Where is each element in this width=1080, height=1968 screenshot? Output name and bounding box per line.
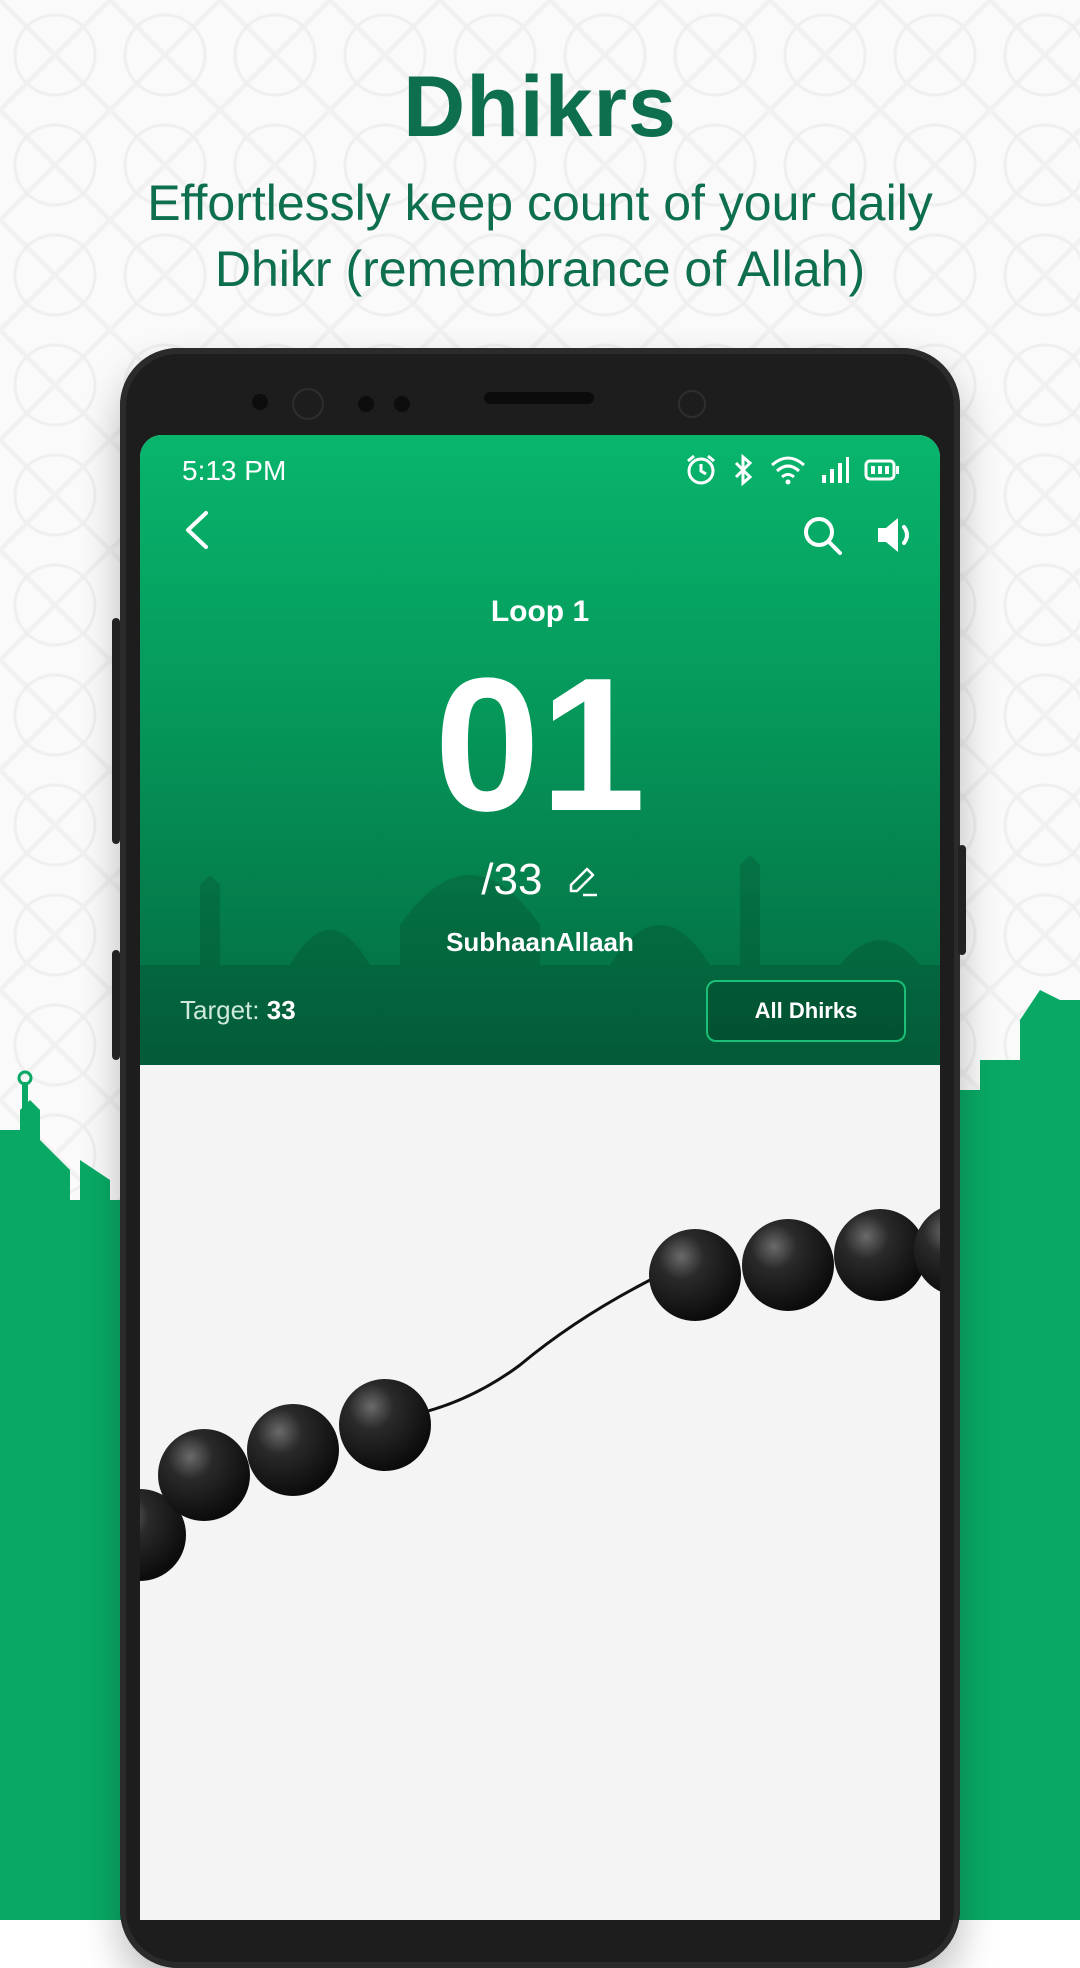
- subtitle-line-2: Dhikr (remembrance of Allah): [214, 241, 866, 297]
- counter-panel: 5:13 PM Loop 1 01 /33 SubhaanAllaah Targ…: [140, 435, 940, 1065]
- subtitle-line-1: Effortlessly keep count of your daily: [147, 175, 933, 231]
- phone-side-button: [112, 950, 120, 1060]
- proximity-sensor: [678, 390, 706, 418]
- speaker-icon[interactable]: [874, 513, 918, 557]
- front-camera: [292, 388, 324, 420]
- search-icon[interactable]: [800, 513, 844, 557]
- bead[interactable]: [742, 1219, 834, 1311]
- target-value: 33: [266, 995, 296, 1025]
- page-title: Dhikrs: [403, 59, 677, 155]
- bluetooth-icon: [734, 453, 753, 487]
- phone-side-button: [958, 845, 966, 955]
- target-label: Target: 33: [180, 995, 296, 1026]
- app-screen: 5:13 PM Loop 1 01 /33 SubhaanAllaah Targ…: [140, 435, 940, 1920]
- phone-side-button: [112, 618, 120, 844]
- bead-string: [384, 1273, 661, 1422]
- dhikr-name: SubhaanAllaah: [446, 927, 634, 957]
- page-subtitle: Effortlessly keep count of your daily Dh…: [60, 170, 1020, 302]
- sensor-dot: [252, 394, 268, 410]
- battery-icon: [864, 459, 899, 481]
- status-time: 5:13 PM: [182, 455, 287, 486]
- wifi-icon: [771, 456, 805, 485]
- edit-pencil-icon[interactable]: [565, 865, 599, 899]
- target-label-text: Target:: [180, 995, 260, 1025]
- dhikr-count: 01: [434, 639, 646, 851]
- bead[interactable]: [158, 1429, 250, 1521]
- tasbih-area[interactable]: [140, 1065, 940, 1920]
- target-fraction-row: /33: [140, 855, 940, 905]
- bead[interactable]: [247, 1404, 339, 1496]
- tasbih-beads[interactable]: [140, 1065, 940, 1920]
- sensor-dot: [358, 396, 374, 412]
- phone-speaker: [484, 392, 594, 404]
- bead[interactable]: [339, 1379, 431, 1471]
- mosque-right-silhouette: [940, 990, 1080, 1920]
- target-fraction: /33: [481, 855, 543, 904]
- sensor-dot: [394, 396, 410, 412]
- bead[interactable]: [834, 1209, 926, 1301]
- status-icons: [684, 453, 900, 487]
- bead[interactable]: [914, 1204, 940, 1296]
- back-chevron-icon[interactable]: [178, 505, 218, 555]
- alarm-icon: [687, 454, 715, 485]
- loop-label: Loop 1: [490, 595, 590, 628]
- signal-icon: [822, 457, 849, 483]
- bead[interactable]: [649, 1229, 741, 1321]
- all-dhikrs-button[interactable]: All Dhirks: [706, 980, 906, 1042]
